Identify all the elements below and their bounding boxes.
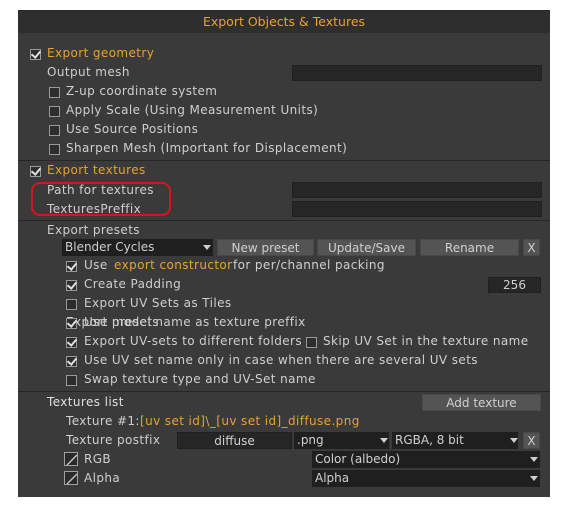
divider bbox=[18, 220, 550, 221]
padding-value-field[interactable]: 256 bbox=[488, 277, 541, 293]
texture-1-label: Texture #1: bbox=[66, 414, 140, 428]
path-for-textures-field[interactable] bbox=[292, 182, 542, 198]
preset-dropdown-value: Blender Cycles bbox=[65, 240, 155, 254]
uv-name-only-checkbox[interactable] bbox=[66, 356, 77, 367]
alpha-channel-dropdown[interactable]: Alpha bbox=[312, 470, 540, 487]
constructor-suffix: for per/channel packing bbox=[233, 258, 385, 272]
delete-preset-button[interactable]: X bbox=[523, 239, 540, 256]
uv-folders-checkbox[interactable] bbox=[66, 337, 77, 348]
update-save-button[interactable]: Update/Save bbox=[317, 239, 416, 256]
texture-1-filename: [uv set id]\_[uv set id]_diffuse.png bbox=[140, 414, 360, 428]
swap-type-label: Swap texture type and UV-Set name bbox=[84, 372, 316, 386]
skip-uv-label: Skip UV Set in the texture name bbox=[323, 334, 529, 348]
z-up-checkbox[interactable] bbox=[49, 87, 60, 98]
texture-postfix-field[interactable]: diffuse bbox=[177, 432, 292, 449]
add-texture-button[interactable]: Add texture bbox=[422, 394, 541, 411]
model-name-label: Use model name as texture preffix bbox=[84, 315, 306, 329]
skip-uv-checkbox[interactable] bbox=[306, 337, 317, 348]
sharpen-mesh-checkbox[interactable] bbox=[49, 144, 60, 155]
uv-tiles-checkbox[interactable] bbox=[66, 299, 77, 310]
export-presets-label: Export presets bbox=[47, 223, 140, 237]
rename-button[interactable]: Rename bbox=[420, 239, 519, 256]
source-positions-checkbox[interactable] bbox=[49, 125, 60, 136]
create-padding-checkbox[interactable] bbox=[66, 280, 77, 291]
alpha-channel-value: Alpha bbox=[315, 471, 350, 485]
uv-name-only-label: Use UV set name only in case when there … bbox=[84, 353, 478, 367]
rgb-channel-icon[interactable] bbox=[64, 452, 78, 466]
export-dialog: Export Objects & Textures Export geometr… bbox=[18, 10, 550, 497]
chevron-down-icon bbox=[530, 457, 538, 462]
extension-dropdown-value: .png bbox=[297, 433, 324, 447]
rgb-channel-dropdown[interactable]: Color (albedo) bbox=[312, 451, 540, 468]
chevron-down-icon bbox=[510, 438, 518, 443]
dialog-title: Export Objects & Textures bbox=[18, 10, 550, 33]
sharpen-mesh-label: Sharpen Mesh (Important for Displacement… bbox=[66, 141, 348, 155]
export-geometry-header: Export geometry bbox=[47, 46, 155, 60]
highlight-annotation bbox=[31, 182, 171, 216]
use-constructor-checkbox[interactable] bbox=[66, 261, 77, 272]
model-name-checkbox[interactable] bbox=[66, 318, 77, 329]
z-up-label: Z-up coordinate system bbox=[66, 84, 218, 98]
apply-scale-checkbox[interactable] bbox=[49, 106, 60, 117]
uv-tiles-label: Export UV Sets as Tiles bbox=[84, 296, 232, 310]
new-preset-button[interactable]: New preset bbox=[217, 239, 314, 256]
export-constructor-link[interactable]: export constructor bbox=[114, 258, 233, 272]
uv-folders-label: Export UV-sets to different folders bbox=[84, 334, 303, 348]
preset-dropdown[interactable]: Blender Cycles bbox=[62, 239, 213, 256]
rgb-channel-value: Color (albedo) bbox=[315, 452, 401, 466]
rgb-label: RGB bbox=[84, 452, 112, 466]
export-textures-checkbox[interactable] bbox=[30, 166, 41, 177]
alpha-channel-icon[interactable] bbox=[64, 471, 78, 485]
format-dropdown[interactable]: RGBA, 8 bit bbox=[392, 432, 518, 449]
use-label: Use bbox=[84, 258, 108, 272]
chevron-down-icon bbox=[203, 245, 211, 250]
textures-list-header: Textures list bbox=[47, 395, 124, 409]
export-geometry-checkbox[interactable] bbox=[30, 49, 41, 60]
divider bbox=[18, 160, 550, 161]
chevron-down-icon bbox=[530, 476, 538, 481]
output-mesh-field[interactable] bbox=[292, 65, 542, 81]
output-mesh-label: Output mesh bbox=[47, 65, 130, 79]
format-dropdown-value: RGBA, 8 bit bbox=[395, 433, 464, 447]
extension-dropdown[interactable]: .png bbox=[294, 432, 389, 449]
textures-prefix-field[interactable] bbox=[292, 201, 542, 217]
remove-texture-button[interactable]: X bbox=[523, 432, 540, 449]
swap-type-checkbox[interactable] bbox=[66, 375, 77, 386]
chevron-down-icon bbox=[380, 438, 388, 443]
texture-postfix-label: Texture postfix bbox=[66, 433, 161, 447]
export-textures-header: Export textures bbox=[47, 163, 146, 177]
alpha-label: Alpha bbox=[84, 471, 121, 485]
apply-scale-label: Apply Scale (Using Measurement Units) bbox=[66, 103, 319, 117]
source-positions-label: Use Source Positions bbox=[66, 122, 199, 136]
divider bbox=[18, 391, 550, 392]
create-padding-label: Create Padding bbox=[84, 277, 182, 291]
